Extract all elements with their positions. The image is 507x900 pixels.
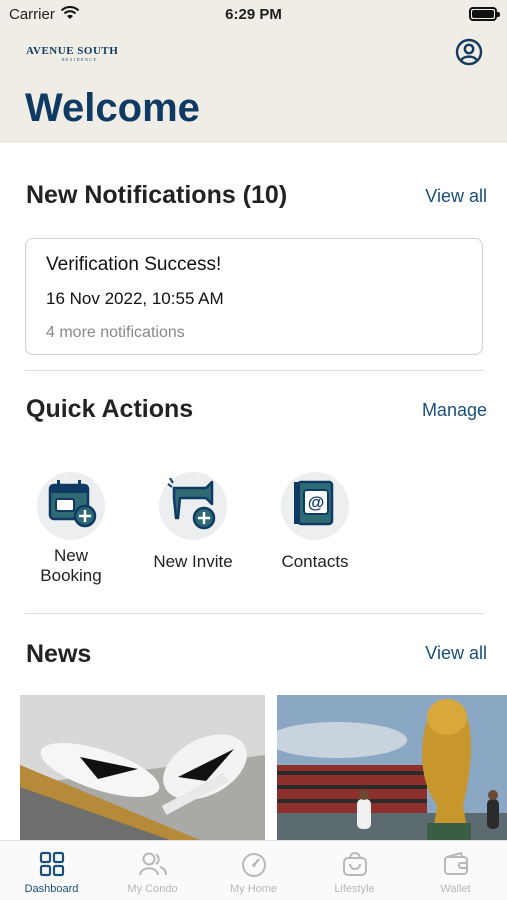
tab-lifestyle[interactable]: Lifestyle xyxy=(304,847,405,895)
tab-label: Lifestyle xyxy=(334,883,375,895)
notification-title: Verification Success! xyxy=(46,254,222,275)
wallet-icon xyxy=(443,851,468,875)
tab-bar: Dashboard My Condo My Home Lifestyle Wal… xyxy=(0,840,507,900)
profile-icon[interactable] xyxy=(455,38,483,66)
brand-logo: AVENUE SOUTH RESIDENCE xyxy=(26,45,118,62)
tab-my-condo[interactable]: My Condo xyxy=(102,847,203,895)
world-cup-trophy-photo xyxy=(277,695,507,840)
notification-more-count: 4 more notifications xyxy=(46,324,185,341)
tab-wallet[interactable]: Wallet xyxy=(405,847,506,895)
tab-label: My Condo xyxy=(127,883,178,895)
news-view-all-link[interactable]: View all xyxy=(425,643,487,664)
svg-text:@: @ xyxy=(308,493,325,512)
quick-action-contacts[interactable]: @ Contacts xyxy=(272,472,358,572)
gauge-icon xyxy=(241,853,266,877)
news-card-sneakers[interactable] xyxy=(20,695,265,840)
calendar-add-icon xyxy=(37,472,105,540)
battery-icon xyxy=(469,7,500,21)
quick-actions-manage-link[interactable]: Manage xyxy=(422,400,487,421)
header: Carrier 6:29 PM AVENUE SOUTH RESIDENCE W… xyxy=(0,0,507,143)
clock: 6:29 PM xyxy=(225,6,282,23)
bag-icon xyxy=(342,852,367,876)
notification-date: 16 Nov 2022, 10:55 AM xyxy=(46,289,224,308)
tab-label: Wallet xyxy=(440,883,471,895)
megaphone-add-icon xyxy=(159,472,227,540)
notification-card[interactable]: Verification Success! 16 Nov 2022, 10:55… xyxy=(25,238,483,355)
news-card-world-cup[interactable] xyxy=(277,695,507,840)
status-bar: Carrier 6:29 PM xyxy=(0,0,507,28)
sneakers-photo xyxy=(20,695,265,840)
page-title: Welcome xyxy=(25,86,200,130)
notifications-view-all-link[interactable]: View all xyxy=(425,186,487,207)
news-title: News xyxy=(26,640,92,668)
tab-dashboard[interactable]: Dashboard xyxy=(1,847,102,895)
quick-action-label: New Invite xyxy=(153,552,233,571)
divider xyxy=(25,370,483,371)
logo-line1: AVENUE SOUTH xyxy=(26,45,119,57)
tab-my-home[interactable]: My Home xyxy=(203,847,304,895)
tab-label: My Home xyxy=(229,883,278,895)
quick-action-new-invite[interactable]: New Invite xyxy=(145,472,241,572)
contacts-book-icon: @ xyxy=(281,472,349,540)
quick-action-new-booking[interactable]: New Booking xyxy=(30,472,112,586)
notifications-title: New Notifications (10) xyxy=(26,181,288,209)
quick-action-label: New Booking xyxy=(40,546,102,585)
grid-icon xyxy=(39,851,64,877)
tab-label: Dashboard xyxy=(24,883,79,895)
people-icon xyxy=(138,852,167,876)
logo-line2: RESIDENCE xyxy=(62,57,98,62)
divider xyxy=(25,613,483,614)
quick-actions-title: Quick Actions xyxy=(26,395,194,423)
quick-action-label: Contacts xyxy=(281,552,349,571)
